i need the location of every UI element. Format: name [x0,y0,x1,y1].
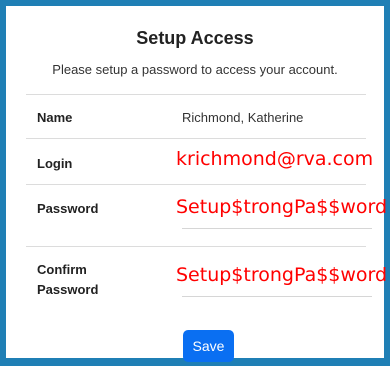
password-field[interactable]: Setup$trongPa$$word [176,196,387,218]
page-subtitle: Please setup a password to access your a… [52,62,338,77]
password-field-underline [182,228,372,229]
confirm-password-field-underline [182,296,372,297]
name-label: Name [37,110,73,125]
confirm-password-label-line1: Confirm [37,262,87,277]
name-value: Richmond, Katherine [182,110,304,125]
divider [26,184,366,185]
login-label: Login [37,156,73,171]
page-title: Setup Access [136,28,254,48]
setup-access-window: Setup Access Please setup a password to … [0,0,390,366]
confirm-password-label-line2: Password [37,282,99,297]
save-button[interactable]: Save [183,330,234,362]
password-label: Password [37,201,99,216]
divider [26,246,366,247]
divider [26,94,366,95]
divider [26,138,366,139]
confirm-password-field[interactable]: Setup$trongPa$$word [176,264,387,286]
login-value: krichmond@rva.com [176,148,374,170]
